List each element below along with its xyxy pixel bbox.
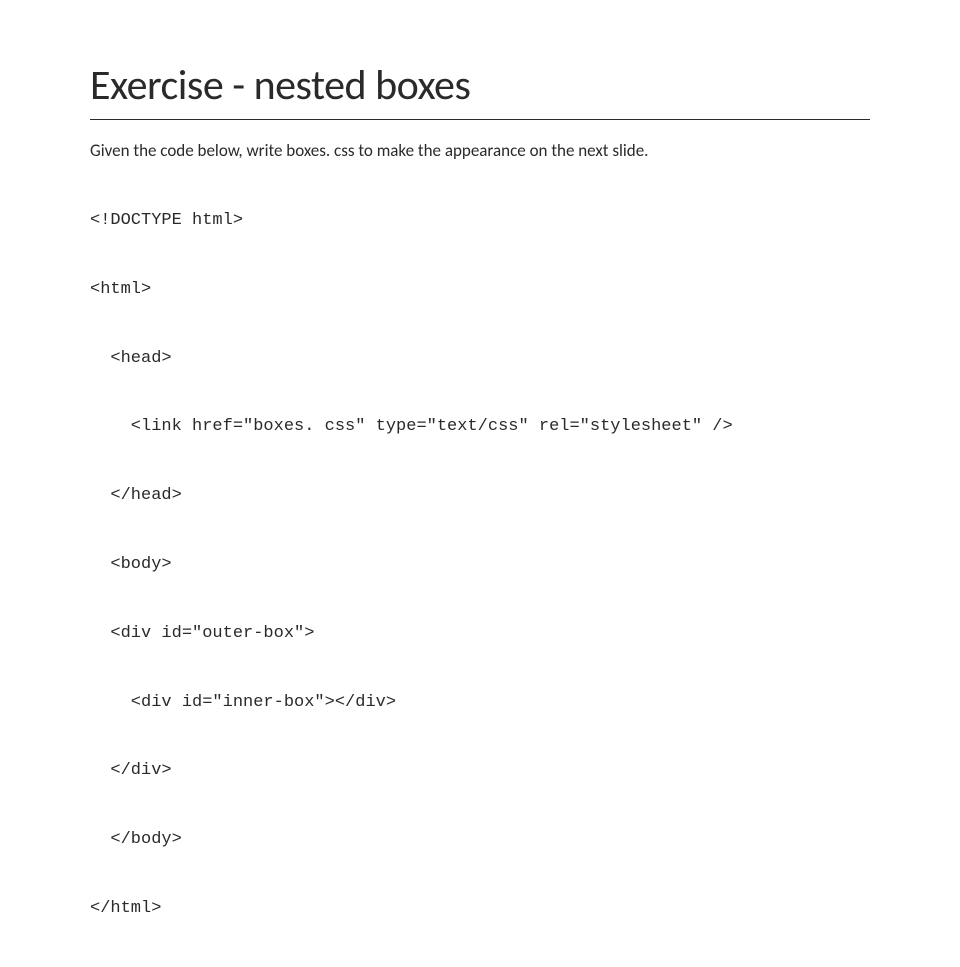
code-line: <div id="inner-box"></div> <box>90 692 870 715</box>
code-line: <!DOCTYPE html> <box>90 210 870 233</box>
code-block: <!DOCTYPE html> <html> <head> <link href… <box>90 164 870 967</box>
slide-content: Exercise - nested boxes Given the code b… <box>0 0 960 967</box>
code-line: </head> <box>90 485 870 508</box>
code-line: </html> <box>90 898 870 921</box>
instruction-text: Given the code below, write boxes. css t… <box>90 140 870 162</box>
code-line: <body> <box>90 554 870 577</box>
code-line: <html> <box>90 279 870 302</box>
code-line: <div id="outer-box"> <box>90 623 870 646</box>
code-line: </div> <box>90 760 870 783</box>
code-line: <link href="boxes. css" type="text/css" … <box>90 416 870 439</box>
slide-title: Exercise - nested boxes <box>90 60 870 120</box>
code-line: <head> <box>90 348 870 371</box>
code-line: </body> <box>90 829 870 852</box>
